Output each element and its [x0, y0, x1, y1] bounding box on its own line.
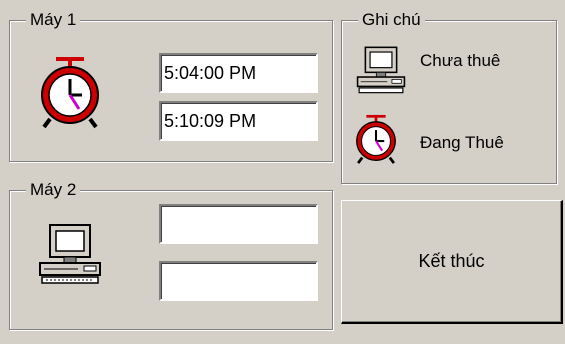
machine1-start-time-field[interactable]: 5:04:00 PM: [159, 53, 318, 93]
legend-rented-label: Đang Thuê: [420, 133, 504, 152]
computer-icon: [38, 223, 102, 285]
alarm-clock-icon: [354, 113, 398, 165]
legend-title: Ghi chú: [358, 9, 425, 31]
legend-available-label: Chưa thuê: [420, 51, 501, 70]
finish-button[interactable]: Kết thúc: [341, 200, 563, 324]
alarm-clock-icon: [38, 55, 102, 129]
machine1-current-time-field[interactable]: 5:10:09 PM: [159, 101, 318, 141]
machine1-group: Máy 1 5:04:00 PM 5:10:09 PM: [9, 9, 333, 162]
computer-icon: [356, 45, 406, 95]
machine2-group: Máy 2: [9, 179, 333, 330]
machine2-current-time-field[interactable]: [159, 261, 318, 301]
machine2-title: Máy 2: [26, 179, 81, 201]
legend-group: Ghi chú Chưa thuê Đang Thuê: [341, 9, 557, 184]
machine2-start-time-field[interactable]: [159, 204, 318, 244]
machine1-title: Máy 1: [26, 9, 81, 31]
